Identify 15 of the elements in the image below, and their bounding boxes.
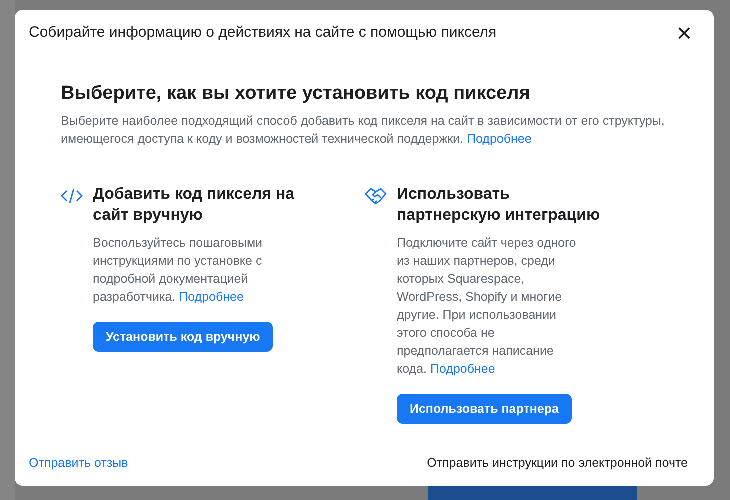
learn-more-link[interactable]: Подробнее xyxy=(466,132,532,146)
close-button[interactable]: × xyxy=(672,22,696,42)
email-link[interactable]: Отправить инструкции по электронной почте xyxy=(427,456,688,470)
option-description: Воспользуйтесь пошаговыми инструкциями по установке с подробной документацией разработчика. Подробнее xyxy=(93,235,264,306)
option-description: Подключите сайт через одного из наших партнеров, среди которых Squarespace, WordPress, Shopify и многие другие. При использовании этого способа не предполагается написание кода. Подробнее xyxy=(397,235,577,378)
learn-more-link[interactable]: Подробнее xyxy=(430,362,496,376)
option-button[interactable]: Использовать партнера xyxy=(397,394,572,424)
feedback-link[interactable]: Отправить отзыв xyxy=(29,456,128,470)
heading: Выберите, как вы хотите установить код пикселя xyxy=(61,83,532,105)
option-button[interactable]: Установить код вручную xyxy=(93,322,274,352)
dialog-title: Собирайте информацию о действиях на сайте с помощью пикселя xyxy=(29,24,497,41)
learn-more-link[interactable]: Подробнее xyxy=(179,290,244,304)
option-heading: Добавить код пикселя на сайт вручную xyxy=(93,185,296,226)
description: Выберите наиболее подходящий способ добавить код пикселя на сайт в зависимости от его структуры, имеющегося доступа к коду и возможностей технической поддержки. Подробнее xyxy=(61,113,666,148)
option-heading: Использовать партнерскую интеграцию xyxy=(397,185,602,226)
